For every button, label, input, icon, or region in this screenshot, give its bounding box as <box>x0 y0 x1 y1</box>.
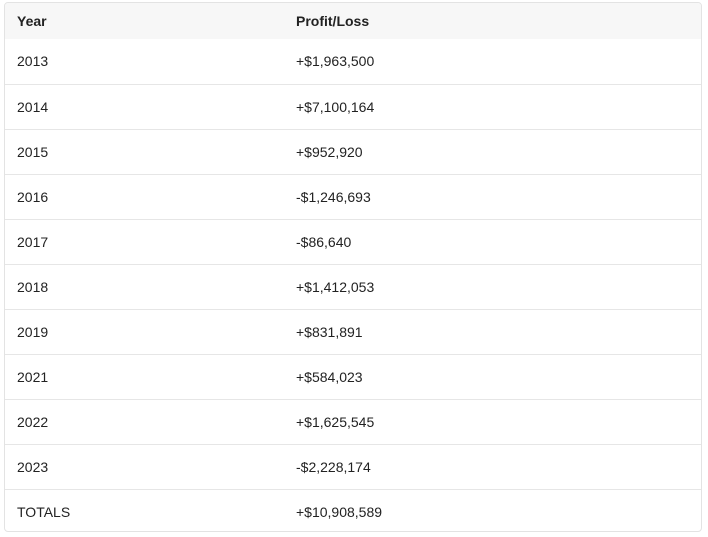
profit-loss-cell: +$7,100,164 <box>296 98 375 115</box>
profit-loss-cell: +$1,625,545 <box>296 413 375 430</box>
table-row: 2013 +$1,963,500 <box>5 39 701 84</box>
profit-loss-cell: +$1,412,053 <box>296 278 375 295</box>
column-header-year: Year <box>17 13 47 29</box>
table-header: Year Profit/Loss <box>5 3 701 39</box>
totals-label-cell: TOTALS <box>17 503 71 520</box>
year-cell: 2017 <box>17 233 49 250</box>
column-header-profit-loss: Profit/Loss <box>296 13 370 29</box>
table-row: 2021 +$584,023 <box>5 354 701 399</box>
year-cell: 2022 <box>17 413 49 430</box>
profit-loss-table-container: Year Profit/Loss 2013 +$1,963,500 2014 +… <box>4 2 702 532</box>
profit-loss-cell: +$1,963,500 <box>296 53 375 70</box>
table-row: 2015 +$952,920 <box>5 129 701 174</box>
year-cell: 2021 <box>17 368 49 385</box>
table-row: 2016 -$1,246,693 <box>5 174 701 219</box>
profit-loss-cell: +$831,891 <box>296 323 363 340</box>
year-cell: 2013 <box>17 53 49 70</box>
table-body: 2013 +$1,963,500 2014 +$7,100,164 2015 +… <box>5 39 701 531</box>
profit-loss-table: Year Profit/Loss 2013 +$1,963,500 2014 +… <box>5 3 701 531</box>
table-row: 2023 -$2,228,174 <box>5 444 701 489</box>
profit-loss-cell: +$584,023 <box>296 368 363 385</box>
profit-loss-cell: -$1,246,693 <box>296 188 371 205</box>
year-cell: 2023 <box>17 458 49 475</box>
table-row: 2014 +$7,100,164 <box>5 84 701 129</box>
year-cell: 2016 <box>17 188 49 205</box>
table-row: 2019 +$831,891 <box>5 309 701 354</box>
year-cell: 2015 <box>17 143 49 160</box>
totals-row: TOTALS +$10,908,589 <box>5 489 701 531</box>
year-cell: 2018 <box>17 278 49 295</box>
totals-value-cell: +$10,908,589 <box>296 503 383 520</box>
header-row: Year Profit/Loss <box>5 3 701 39</box>
table-row: 2022 +$1,625,545 <box>5 399 701 444</box>
year-cell: 2014 <box>17 98 49 115</box>
profit-loss-cell: -$2,228,174 <box>296 458 371 475</box>
year-cell: 2019 <box>17 323 49 340</box>
table-row: 2018 +$1,412,053 <box>5 264 701 309</box>
profit-loss-cell: +$952,920 <box>296 143 363 160</box>
table-row: 2017 -$86,640 <box>5 219 701 264</box>
profit-loss-cell: -$86,640 <box>296 233 352 250</box>
